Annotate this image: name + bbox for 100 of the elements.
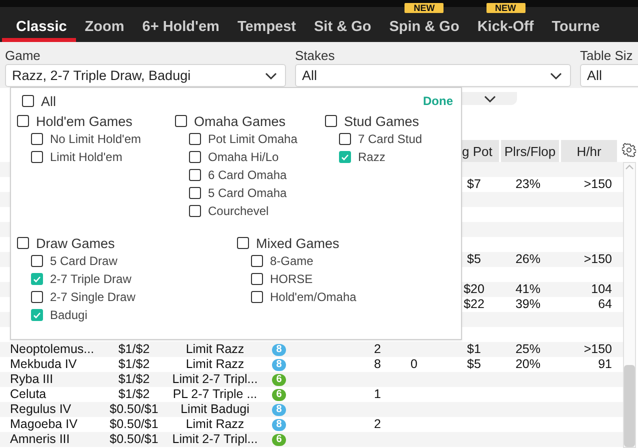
filter-dropdown[interactable]: All [580, 64, 638, 87]
scrollbar[interactable] [623, 162, 636, 448]
chevron-icon [265, 72, 277, 80]
checkbox-label: 2-7 Single Draw [50, 290, 136, 304]
seats-badge: 8 [272, 358, 286, 370]
checkbox[interactable] [31, 291, 43, 303]
checkbox[interactable] [189, 151, 201, 163]
filter-label: Table Siz [580, 47, 633, 64]
checkbox-label: Omaha Games [194, 114, 286, 128]
checkbox-label: No Limit Hold'em [50, 132, 141, 146]
table-row[interactable]: Celuta $1/$2 PL 2-7 Triple ... 6 1 [0, 387, 624, 402]
checkbox-label: Draw Games [36, 236, 115, 250]
lobby-tab[interactable]: Zoom [76, 14, 134, 42]
checkbox-label: Badugi [50, 308, 88, 322]
stakes-cell: $1/$2 [118, 387, 150, 402]
waiting-cell: 0 [410, 357, 418, 372]
hands-per-hour-cell: >150 [584, 342, 612, 357]
checkbox-label: Limit Hold'em [50, 150, 122, 164]
checkbox[interactable] [325, 115, 337, 127]
plrs-flop-cell: 26% [515, 252, 541, 267]
game-cell: Limit 2-7 Tripl... [172, 372, 258, 387]
scrollbar-thumb[interactable] [624, 365, 635, 447]
stakes-cell: $0.50/$1 [110, 432, 158, 447]
checkbox[interactable] [189, 133, 201, 145]
filter-dropdown[interactable]: Razz, 2-7 Triple Draw, Badugi [5, 64, 286, 87]
checkbox-label: 5 Card Omaha [208, 186, 287, 200]
checkbox[interactable] [251, 291, 263, 303]
column-header[interactable]: H/hr [561, 140, 617, 162]
stakes-cell: $1/$2 [118, 342, 150, 357]
table-name-cell: Celuta [10, 387, 46, 402]
table-row[interactable]: Mekbuda IV $1/$2 Limit Razz 8 8 0 $5 20% 91 [0, 357, 624, 372]
checkbox[interactable] [22, 95, 34, 107]
lobby-tab[interactable]: Spin & Go [380, 14, 468, 42]
hands-per-hour-cell: 91 [598, 357, 612, 372]
lobby-tab[interactable]: Kick-Off [468, 14, 543, 42]
table-name-cell: Ryba III [10, 372, 54, 387]
players-cell: 2 [374, 342, 381, 357]
checkbox[interactable] [31, 309, 43, 321]
settings-icon[interactable] [622, 143, 636, 157]
checkbox[interactable] [31, 255, 43, 267]
table-row[interactable]: Magoeba IV $0.50/$1 Limit Razz 8 2 [0, 417, 624, 432]
checkbox-label: 7 Card Stud [358, 132, 422, 146]
checkbox-label: Stud Games [344, 114, 420, 128]
table-name-cell: Mekbuda IV [10, 357, 77, 372]
seats-badge: 6 [272, 434, 286, 446]
checkbox[interactable] [237, 237, 249, 249]
table-name-cell: Neoptolemus... [10, 342, 94, 357]
checkbox-label: 8-Game [270, 254, 314, 268]
avg-pot-cell: $20 [464, 282, 484, 297]
hands-per-hour-cell: >150 [584, 252, 612, 267]
checkbox[interactable] [251, 273, 263, 285]
game-cell: Limit Badugi [180, 402, 250, 417]
table-row[interactable]: Regulus IV $0.50/$1 Limit Badugi 8 [0, 402, 624, 417]
lobby-tab[interactable]: 6+ Hold'em [133, 14, 228, 42]
seats-badge: 6 [272, 388, 286, 400]
seats-badge: 8 [272, 344, 286, 356]
checkbox[interactable] [189, 187, 201, 199]
stakes-cell: $1/$2 [118, 357, 150, 372]
game-cell: Limit Razz [186, 417, 244, 432]
table-name-cell: Regulus IV [10, 402, 72, 417]
checkbox[interactable] [175, 115, 187, 127]
table-row[interactable]: Ryba III $1/$2 Limit 2-7 Tripl... 6 [0, 372, 624, 387]
lobby-tab[interactable]: Tourne [542, 14, 609, 42]
checkbox[interactable] [17, 115, 29, 127]
lobby-tab[interactable]: Sit & Go [305, 14, 380, 42]
checkbox-label: Hold'em/Omaha [270, 290, 356, 304]
players-cell: 2 [374, 417, 381, 432]
filter-label: Game [5, 47, 40, 64]
filter-dropdown[interactable]: All [295, 64, 571, 87]
checkbox[interactable] [339, 151, 351, 163]
checkbox[interactable] [31, 151, 43, 163]
filter-label: Stakes [295, 47, 335, 64]
checkbox[interactable] [189, 205, 201, 217]
table-row[interactable]: Neoptolemus... $1/$2 Limit Razz 8 2 $1 25% >150 [0, 342, 624, 357]
seats-badge: 8 [272, 404, 286, 416]
seats-badge: 6 [272, 374, 286, 386]
checkbox[interactable] [31, 133, 43, 145]
checkbox-label: 6 Card Omaha [208, 168, 287, 182]
checkbox[interactable] [31, 273, 43, 285]
players-cell: 1 [374, 387, 381, 402]
column-header[interactable]: g Pot [462, 140, 499, 162]
checkbox-label: Omaha Hi/Lo [208, 150, 279, 164]
chevron-icon [550, 72, 562, 80]
checkbox[interactable] [251, 255, 263, 267]
lobby-tab[interactable]: Tempest [228, 14, 306, 42]
checkbox[interactable] [17, 237, 29, 249]
lobby-tab[interactable]: Classic [2, 14, 76, 42]
checkbox[interactable] [189, 169, 201, 181]
plrs-flop-cell: 20% [515, 357, 541, 372]
column-header[interactable]: Plrs/Flop [501, 140, 559, 162]
game-cell: PL 2-7 Triple ... [172, 387, 258, 402]
seats-badge: 8 [272, 418, 286, 430]
plrs-flop-cell: 25% [515, 342, 541, 357]
checkbox-label: All [41, 94, 56, 108]
checkbox[interactable] [339, 133, 351, 145]
checkbox-label: 5 Card Draw [50, 254, 118, 268]
table-row[interactable]: Amneris III $0.50/$1 Limit 2-7 Tripl... 6 [0, 432, 624, 447]
chevron-icon[interactable] [484, 95, 496, 103]
avg-pot-cell: $7 [467, 177, 481, 192]
plrs-flop-cell: 39% [515, 297, 541, 312]
